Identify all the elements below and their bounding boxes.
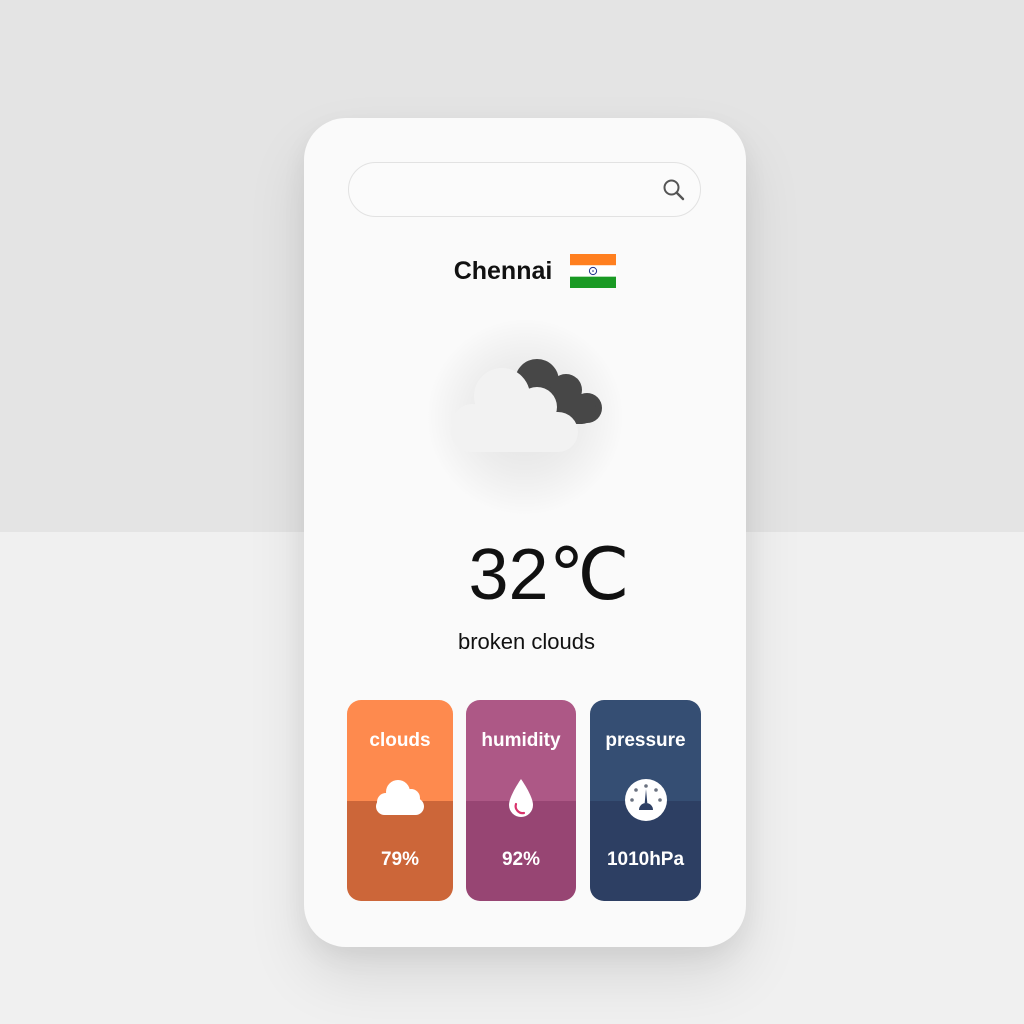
stat-label: pressure — [605, 730, 686, 751]
stat-card-pressure: pressure 1010hPa — [590, 700, 701, 901]
temperature: 32℃ — [468, 535, 630, 615]
gauge-icon — [624, 779, 667, 821]
droplet-icon — [509, 779, 533, 817]
stat-value: 79% — [380, 849, 420, 870]
cloud-icon — [376, 780, 424, 815]
city-name: Chennai — [453, 256, 553, 285]
location-row: Chennai — [304, 251, 746, 291]
stat-label: clouds — [369, 730, 431, 751]
stat-card-clouds: clouds 79% — [347, 700, 453, 901]
search-bar — [348, 162, 701, 217]
stat-value: 1010hPa — [606, 849, 685, 870]
stat-value: 92% — [501, 849, 541, 870]
broken-clouds-icon — [451, 359, 602, 452]
india-flag-icon — [570, 254, 617, 288]
stat-card-humidity: humidity 92% — [466, 700, 576, 901]
weather-description: broken clouds — [458, 629, 595, 654]
search-input[interactable] — [369, 163, 649, 216]
search-icon[interactable] — [661, 177, 687, 203]
weather-card: Chennai 32℃ broken clouds clouds 79% hum… — [304, 118, 746, 947]
stat-label: humidity — [481, 730, 561, 751]
